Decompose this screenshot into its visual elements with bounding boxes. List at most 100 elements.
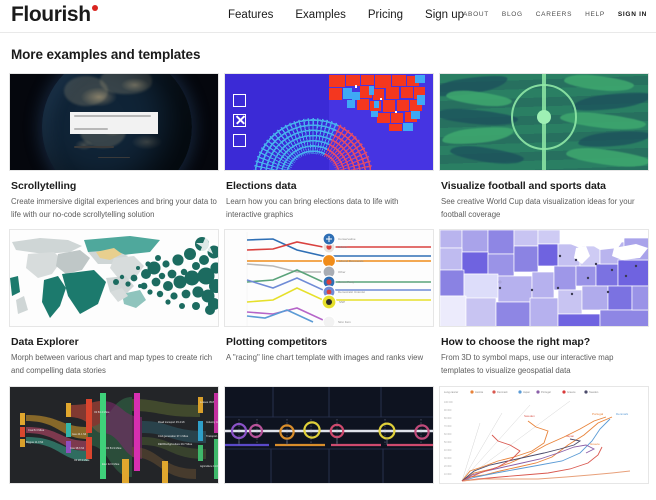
svg-text:Portugal: Portugal <box>592 412 604 416</box>
svg-text:Oil 81.9 Mtoe: Oil 81.9 Mtoe <box>106 446 122 450</box>
svg-text:Sweden: Sweden <box>524 414 535 418</box>
util-nav-help[interactable]: HELP <box>585 11 605 18</box>
card-scrollytelling[interactable]: Scrollytelling Create immersive digital … <box>9 73 219 221</box>
svg-text:Gas 38.6 Mt: Gas 38.6 Mt <box>70 446 84 450</box>
site-header: Flourish Features Examples Pricing Sign … <box>0 0 656 33</box>
thumbnail-timeline[interactable] <box>224 385 434 484</box>
card-choose-right-map[interactable]: How to choose the right map? From 3D to … <box>439 229 649 377</box>
svg-text:40 000: 40 000 <box>444 449 452 452</box>
connected-scatter-graphic: Lung cancer Austria Denmark Japan Portug… <box>440 386 648 483</box>
nav-item-examples[interactable]: Examples <box>295 9 346 21</box>
svg-text:Conservative: Conservative <box>338 237 356 241</box>
us-states-choropleth-graphic <box>440 230 648 327</box>
card-title: Scrollytelling <box>11 180 77 192</box>
racing-line-chart-graphic: Conservative Labour Liberal Democrats Ot… <box>225 230 433 327</box>
svg-text:Industry 44.0: Industry 44.0 <box>206 420 219 424</box>
main-navigation: Features Examples Pricing Sign up <box>228 9 464 21</box>
pitch-center-spot <box>537 110 551 124</box>
svg-text:Green Party: Green Party <box>338 280 355 284</box>
card-sankey-diagram[interactable]: Oil 84.4 Mtoe Oil 81.9 Mtoe Coal 8.3 Mto… <box>9 385 219 493</box>
thumbnail-sankey[interactable]: Oil 84.4 Mtoe Oil 81.9 Mtoe Coal 8.3 Mto… <box>9 385 219 484</box>
examples-grid: Scrollytelling Create immersive digital … <box>9 73 649 493</box>
util-nav-careers[interactable]: CAREERS <box>536 11 572 18</box>
card-data-explorer[interactable]: Data Explorer Morph between various char… <box>9 229 219 377</box>
svg-text:Sinn Fein: Sinn Fein <box>338 320 351 324</box>
util-nav-signin[interactable]: SIGN IN <box>618 11 647 18</box>
svg-text:Denmark: Denmark <box>497 390 508 394</box>
svg-text:Portugal: Portugal <box>541 390 551 394</box>
svg-text:Japan: Japan <box>566 434 575 438</box>
thumbnail-football-pitch[interactable] <box>439 73 649 171</box>
svg-text:Greece: Greece <box>590 442 600 446</box>
us-election-map-icon <box>329 75 425 131</box>
card-plotting-competitors[interactable]: Conservative Labour Liberal Democrats Ot… <box>224 229 434 377</box>
utility-navigation: ABOUT BLOG CAREERS HELP SIGN IN <box>463 11 647 18</box>
story-text-line-bold <box>74 146 114 148</box>
card-title: Visualize football and sports data <box>441 180 606 192</box>
svg-text:Civil generation 37.1 Mtoe: Civil generation 37.1 Mtoe <box>158 434 189 438</box>
svg-text:Road transport 45.4 Mt: Road transport 45.4 Mt <box>158 420 185 424</box>
card-description: A "racing" line chart template with imag… <box>226 353 424 363</box>
story-text-line <box>74 128 108 130</box>
svg-text:Liberal Democrats: Liberal Democrats <box>339 259 364 263</box>
card-description: Learn how you can bring elections data t… <box>226 197 399 219</box>
svg-text:70 000: 70 000 <box>444 425 452 428</box>
card-description: See creative World Cup data visualizatio… <box>441 197 635 219</box>
sankey-diagram-graphic: Oil 84.4 Mtoe Oil 81.9 Mtoe Coal 8.3 Mto… <box>10 386 219 483</box>
nav-item-features[interactable]: Features <box>228 9 273 21</box>
page-title: More examples and templates <box>11 47 201 62</box>
card-title: How to choose the right map? <box>441 336 591 349</box>
card-timeline-chart[interactable] <box>224 385 434 493</box>
svg-text:DEFRA/Agriculture 29.7 Mtoe: DEFRA/Agriculture 29.7 Mtoe <box>158 442 193 446</box>
nav-item-signup[interactable]: Sign up <box>425 9 464 21</box>
svg-text:Other: Other <box>338 270 346 274</box>
elections-checkbox-group[interactable] <box>233 94 246 154</box>
card-description: Morph between various chart and map type… <box>11 353 213 375</box>
thumbnail-elections[interactable] <box>224 73 434 171</box>
util-nav-blog[interactable]: BLOG <box>502 11 523 18</box>
thumbnail-scrollytelling[interactable] <box>9 73 219 171</box>
card-connected-scatter[interactable]: Lung cancer Austria Denmark Japan Portug… <box>439 385 649 493</box>
timeline-chart-graphic <box>225 386 433 483</box>
svg-text:Sweden: Sweden <box>589 390 599 394</box>
svg-text:60 000: 60 000 <box>444 433 452 436</box>
card-description: From 3D to symbol maps, use our interact… <box>441 353 614 375</box>
svg-text:Greece: Greece <box>567 390 576 394</box>
logo-dot-icon <box>91 5 98 11</box>
svg-text:Denmark: Denmark <box>616 412 629 416</box>
checkbox-option-3[interactable] <box>233 134 246 147</box>
checkbox-option-1[interactable] <box>233 94 246 107</box>
svg-text:50 000: 50 000 <box>444 441 452 444</box>
svg-text:SNP: SNP <box>339 300 345 304</box>
svg-text:Biggas 11.0 Mt: Biggas 11.0 Mt <box>26 440 43 444</box>
svg-text:30 000: 30 000 <box>444 457 452 460</box>
thumbnail-racing-chart[interactable]: Conservative Labour Liberal Democrats Ot… <box>224 229 434 328</box>
svg-text:Gas 44.1 Mt: Gas 44.1 Mt <box>72 432 86 436</box>
util-nav-about[interactable]: ABOUT <box>463 11 489 18</box>
card-description: Create immersive digital experiences and… <box>11 197 217 219</box>
svg-text:Lung cancer: Lung cancer <box>444 390 458 394</box>
card-football-sports[interactable]: Visualize football and sports data See c… <box>439 73 649 221</box>
svg-text:Oil 28.3 Mtoe: Oil 28.3 Mtoe <box>74 458 90 462</box>
svg-text:Coal 8.3 Mtoe: Coal 8.3 Mtoe <box>28 428 45 432</box>
svg-text:90 000: 90 000 <box>444 409 452 412</box>
svg-text:Democratic Unionist: Democratic Unionist <box>338 290 365 294</box>
svg-text:Labour: Labour <box>338 245 347 249</box>
svg-text:20 000: 20 000 <box>444 465 452 468</box>
logo-text: Flourish <box>11 3 91 26</box>
card-title: Elections data <box>226 180 297 192</box>
thumbnail-data-explorer[interactable] <box>9 229 219 328</box>
flourish-logo[interactable]: Flourish <box>11 4 98 25</box>
svg-text:100 000: 100 000 <box>444 401 453 404</box>
thumbnail-us-choropleth[interactable] <box>439 229 649 328</box>
svg-text:80 000: 80 000 <box>444 417 452 420</box>
story-text-line <box>74 115 151 117</box>
nav-item-pricing[interactable]: Pricing <box>368 9 403 21</box>
card-elections-data[interactable]: Elections data Learn how you can bring e… <box>224 73 434 221</box>
world-map-graphic <box>10 230 218 327</box>
svg-text:10 000: 10 000 <box>444 473 452 476</box>
story-text-overlay <box>70 112 158 159</box>
thumbnail-connected-scatter[interactable]: Lung cancer Austria Denmark Japan Portug… <box>439 385 649 484</box>
checkbox-option-2-checked[interactable] <box>233 114 246 127</box>
svg-text:Losses 39.8: Losses 39.8 <box>200 400 215 404</box>
